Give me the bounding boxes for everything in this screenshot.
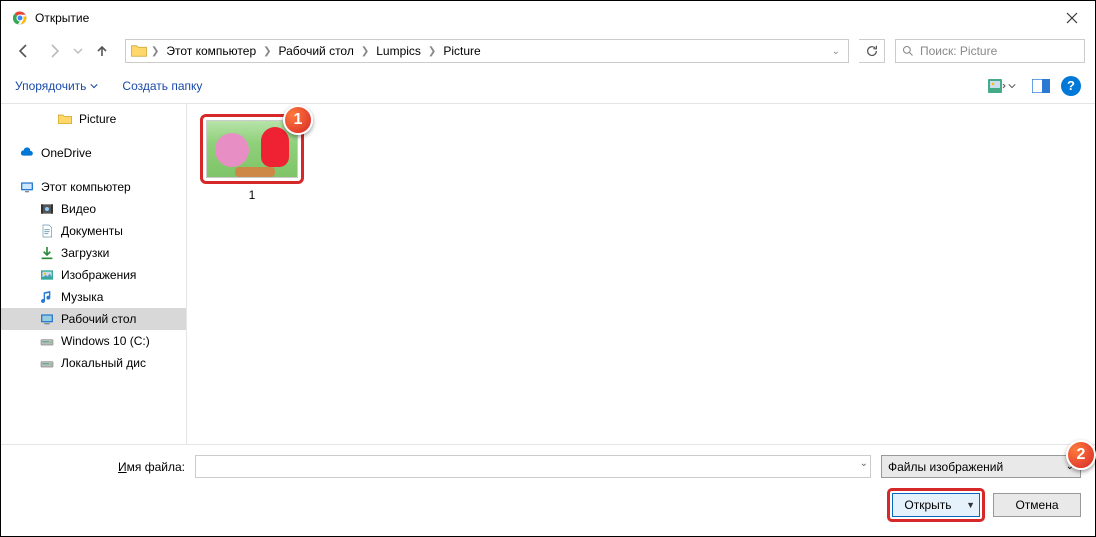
tree-item-label: Видео (61, 202, 96, 216)
chevron-right-icon: ❯ (360, 46, 370, 57)
tree-item-label: Windows 10 (C:) (61, 334, 150, 348)
preview-pane-button[interactable] (1029, 74, 1053, 98)
tree-item[interactable]: Локальный дис (1, 352, 186, 374)
tree-item-label: OneDrive (41, 146, 92, 160)
nav-recent-dropdown[interactable] (71, 38, 85, 64)
open-button[interactable]: Открыть ▼ (892, 493, 980, 517)
chevron-right-icon: ❯ (262, 46, 272, 57)
tree-item-label: Локальный дис (61, 356, 146, 370)
tree-item[interactable]: Видео (1, 198, 186, 220)
breadcrumb-segment[interactable]: Picture (439, 40, 484, 62)
tree-item[interactable]: Рабочий стол (1, 308, 186, 330)
annotation-badge-1: 1 (283, 105, 313, 135)
organize-button[interactable]: Упорядочить (15, 79, 98, 93)
tree-item-label: Музыка (61, 290, 103, 304)
search-placeholder: Поиск: Picture (920, 44, 997, 58)
tree-item-label: Документы (61, 224, 123, 238)
breadcrumb-segment[interactable]: Этот компьютер (162, 40, 260, 62)
chevron-down-icon[interactable]: ▼ (966, 500, 975, 510)
file-item[interactable]: 1 1 (197, 114, 307, 202)
tree-item[interactable]: Загрузки (1, 242, 186, 264)
window-title: Открытие (35, 11, 89, 25)
annotation-badge-2: 2 (1066, 440, 1096, 470)
toolbar: Упорядочить Создать папку ? (1, 68, 1095, 104)
tree-item[interactable]: Этот компьютер (1, 176, 186, 198)
navigation-tree[interactable]: Picture OneDrive Этот компьютер Видео Докуме… (1, 104, 187, 444)
filename-label: Имя файла: (15, 460, 185, 474)
file-thumbnail: 1 (200, 114, 304, 184)
chrome-icon (13, 11, 27, 25)
tree-item-label: Этот компьютер (41, 180, 131, 194)
tree-item[interactable]: Picture (1, 108, 186, 130)
footer: Имя файла: ⌄ Файлы изображений ⌄ 2 Откры… (1, 445, 1095, 536)
tree-item-label: Рабочий стол (61, 312, 136, 326)
open-button-highlight: Открыть ▼ (887, 488, 985, 522)
chevron-right-icon: ❯ (427, 46, 437, 57)
chevron-down-icon[interactable]: ⌄ (828, 46, 844, 57)
search-input[interactable]: Поиск: Picture (895, 39, 1085, 63)
tree-item[interactable]: Windows 10 (C:) (1, 330, 186, 352)
search-icon (902, 45, 914, 57)
filename-input[interactable] (195, 455, 871, 478)
cancel-button[interactable]: Отмена (993, 493, 1081, 517)
tree-item-label: Загрузки (61, 246, 109, 260)
breadcrumb-segment[interactable]: Lumpics (372, 40, 425, 62)
titlebar: Открытие (1, 1, 1095, 34)
folder-icon (130, 42, 148, 60)
tree-item[interactable]: Документы (1, 220, 186, 242)
view-mode-button[interactable] (983, 74, 1021, 98)
chevron-down-icon[interactable]: ⌄ (860, 458, 868, 469)
nav-forward-button[interactable] (41, 38, 67, 64)
nav-up-button[interactable] (89, 38, 115, 64)
tree-item[interactable]: Изображения (1, 264, 186, 286)
new-folder-button[interactable]: Создать папку (122, 79, 202, 93)
file-type-filter[interactable]: Файлы изображений ⌄ 2 (881, 455, 1081, 478)
breadcrumb[interactable]: ❯ Этот компьютер ❯ Рабочий стол ❯ Lumpic… (125, 39, 849, 63)
breadcrumb-segment[interactable]: Рабочий стол (275, 40, 358, 62)
refresh-button[interactable] (859, 39, 885, 63)
help-button[interactable]: ? (1061, 76, 1081, 96)
tree-item-label: Picture (79, 112, 116, 126)
chevron-down-icon (90, 82, 98, 90)
nav-back-button[interactable] (11, 38, 37, 64)
file-name: 1 (249, 188, 256, 202)
tree-item[interactable]: OneDrive (1, 142, 186, 164)
chevron-right-icon: ❯ (150, 46, 160, 57)
file-list[interactable]: 1 1 (187, 104, 1095, 444)
close-button[interactable] (1049, 1, 1095, 34)
tree-item[interactable]: Музыка (1, 286, 186, 308)
tree-item-label: Изображения (61, 268, 136, 282)
navbar: ❯ Этот компьютер ❯ Рабочий стол ❯ Lumpic… (1, 34, 1095, 68)
